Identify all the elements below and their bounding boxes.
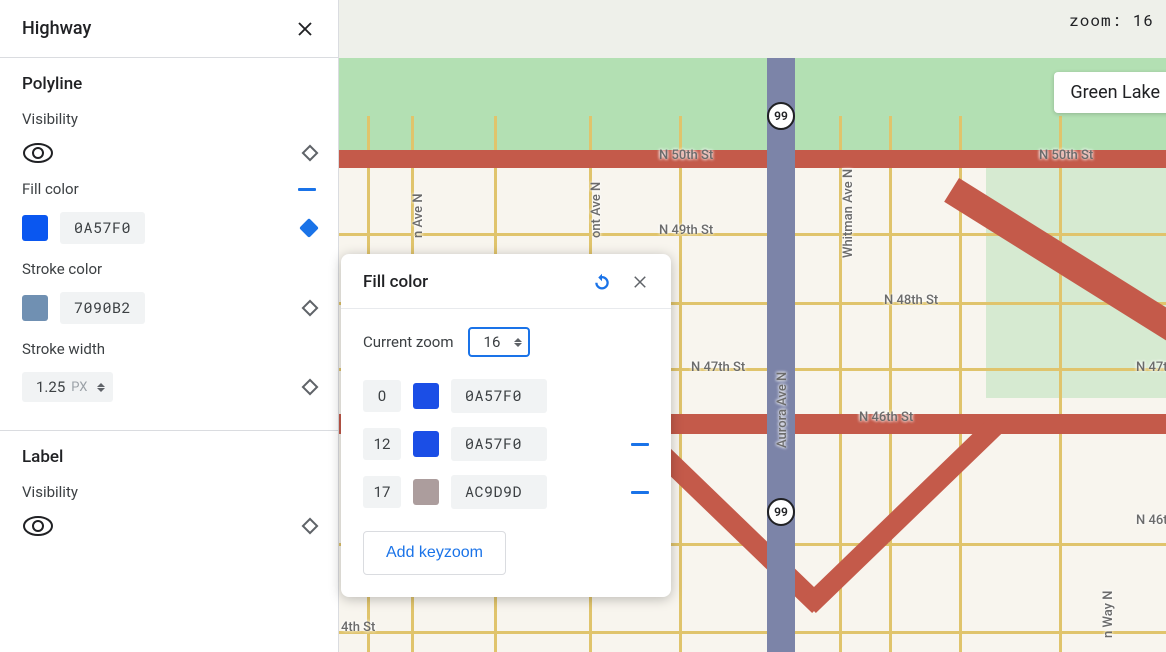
chevron-up-icon[interactable] bbox=[97, 383, 105, 387]
street-label: N 49th St bbox=[659, 223, 713, 238]
fill-color-row: Fill color bbox=[22, 180, 316, 198]
street-label: N 47th St bbox=[691, 360, 745, 375]
street-label: N 50th St bbox=[1039, 148, 1093, 163]
keyframe-diamond[interactable] bbox=[302, 300, 319, 317]
route-shield: 99 bbox=[767, 102, 795, 130]
street-label: N 46th St bbox=[1136, 513, 1166, 528]
keyzoom-hex[interactable]: AC9D9D bbox=[451, 475, 547, 509]
keyzoom-row: 0 0A57F0 bbox=[363, 379, 649, 413]
label-title: Label bbox=[22, 447, 316, 467]
current-zoom-label: Current zoom bbox=[363, 333, 454, 351]
width-input[interactable]: 1.25 PX bbox=[22, 372, 113, 402]
popup-title: Fill color bbox=[363, 272, 428, 292]
eye-icon[interactable] bbox=[22, 142, 54, 164]
chevron-down-icon[interactable] bbox=[514, 343, 522, 347]
place-chip[interactable]: Green Lake bbox=[1054, 72, 1166, 113]
fill-color-label: Fill color bbox=[22, 180, 79, 198]
keyframe-diamond-active[interactable] bbox=[299, 218, 319, 238]
street-label: N 47th St bbox=[1136, 360, 1166, 375]
zoom-label: zoom: bbox=[1069, 10, 1122, 31]
popup-body: Current zoom 16 00A57F0120A57F017AC9D9D … bbox=[341, 309, 671, 597]
keyzoom-zoom[interactable]: 17 bbox=[363, 476, 401, 508]
zoom-info: zoom: 16 bbox=[1069, 10, 1154, 31]
street-label: 4th St bbox=[341, 620, 375, 635]
reset-icon[interactable] bbox=[593, 273, 611, 291]
street-label: n Way N bbox=[1101, 591, 1116, 638]
keyzoom-hex[interactable]: 0A57F0 bbox=[451, 379, 547, 413]
stroke-swatch[interactable] bbox=[22, 295, 48, 321]
route-shield: 99 bbox=[767, 498, 795, 526]
remove-keyzoom-icon[interactable] bbox=[631, 491, 649, 494]
remove-keyzoom-icon[interactable] bbox=[631, 443, 649, 446]
visibility-value-row bbox=[22, 142, 316, 164]
fill-hex[interactable]: 0A57F0 bbox=[60, 212, 145, 244]
street-label: ont Ave N bbox=[589, 182, 604, 238]
label-section: Label Visibility bbox=[0, 431, 338, 565]
stroke-color-row: Stroke color bbox=[22, 260, 316, 278]
eye-icon[interactable] bbox=[22, 515, 54, 537]
keyzoom-zoom[interactable]: 12 bbox=[363, 428, 401, 460]
label-visibility-row: Visibility bbox=[22, 483, 316, 501]
keyzoom-zoom[interactable]: 0 bbox=[363, 380, 401, 412]
street-label: N 48th St bbox=[884, 293, 938, 308]
label-visibility-value-row bbox=[22, 515, 316, 537]
fill-swatch[interactable] bbox=[22, 215, 48, 241]
keyzoom-swatch[interactable] bbox=[413, 479, 439, 505]
popup-header: Fill color bbox=[341, 254, 671, 309]
visibility-label: Visibility bbox=[22, 110, 78, 128]
keyzoom-list: 0 0A57F0 12 0A57F0 17 AC9D9D bbox=[363, 379, 649, 509]
minus-indicator[interactable] bbox=[298, 188, 316, 191]
stroke-width-label: Stroke width bbox=[22, 340, 105, 358]
polyline-section: Polyline Visibility Fill color 0A57F0 St… bbox=[0, 58, 338, 431]
sidebar-header: Highway bbox=[0, 0, 338, 57]
visibility-row: Visibility bbox=[22, 110, 316, 128]
zoom-stepper[interactable] bbox=[514, 338, 522, 347]
sidebar: Highway Polyline Visibility Fill color 0… bbox=[0, 0, 339, 652]
zoom-value: 16 bbox=[1133, 10, 1154, 31]
keyframe-diamond[interactable] bbox=[302, 379, 319, 396]
width-value-row: 1.25 PX bbox=[22, 372, 316, 402]
chevron-up-icon[interactable] bbox=[514, 338, 522, 342]
keyframe-diamond[interactable] bbox=[302, 518, 319, 535]
width-unit: PX bbox=[71, 380, 87, 395]
close-icon[interactable] bbox=[296, 20, 314, 38]
close-icon[interactable] bbox=[631, 273, 649, 291]
street-label: N 46th St bbox=[859, 410, 913, 425]
chevron-down-icon[interactable] bbox=[97, 388, 105, 392]
fill-color-popup: Fill color Current zoom 16 0 0A57F0 12 0A57… bbox=[341, 254, 671, 597]
street-label: n Ave N bbox=[411, 193, 426, 238]
keyzoom-swatch[interactable] bbox=[413, 383, 439, 409]
current-zoom-row: Current zoom 16 bbox=[363, 327, 649, 357]
width-value: 1.25 bbox=[36, 378, 65, 396]
add-keyzoom-button[interactable]: Add keyzoom bbox=[363, 531, 506, 575]
keyzoom-row: 17 AC9D9D bbox=[363, 475, 649, 509]
stroke-value-row: 7090B2 bbox=[22, 292, 316, 324]
width-stepper[interactable] bbox=[97, 383, 105, 392]
stroke-width-row: Stroke width bbox=[22, 340, 316, 358]
label-visibility-label: Visibility bbox=[22, 483, 78, 501]
page-title: Highway bbox=[22, 18, 91, 39]
street-label: N 50th St bbox=[659, 148, 713, 163]
keyzoom-swatch[interactable] bbox=[413, 431, 439, 457]
fill-value-row: 0A57F0 bbox=[22, 212, 316, 244]
aurora-ave bbox=[767, 58, 795, 652]
keyframe-diamond[interactable] bbox=[302, 145, 319, 162]
current-zoom-value: 16 bbox=[484, 333, 501, 351]
street-label: Whitman Ave N bbox=[841, 169, 856, 258]
stroke-color-label: Stroke color bbox=[22, 260, 102, 278]
current-zoom-input[interactable]: 16 bbox=[468, 327, 531, 357]
keyzoom-hex[interactable]: 0A57F0 bbox=[451, 427, 547, 461]
street-label: Aurora Ave N bbox=[775, 372, 790, 448]
polyline-title: Polyline bbox=[22, 74, 316, 94]
keyzoom-row: 12 0A57F0 bbox=[363, 427, 649, 461]
stroke-hex[interactable]: 7090B2 bbox=[60, 292, 145, 324]
